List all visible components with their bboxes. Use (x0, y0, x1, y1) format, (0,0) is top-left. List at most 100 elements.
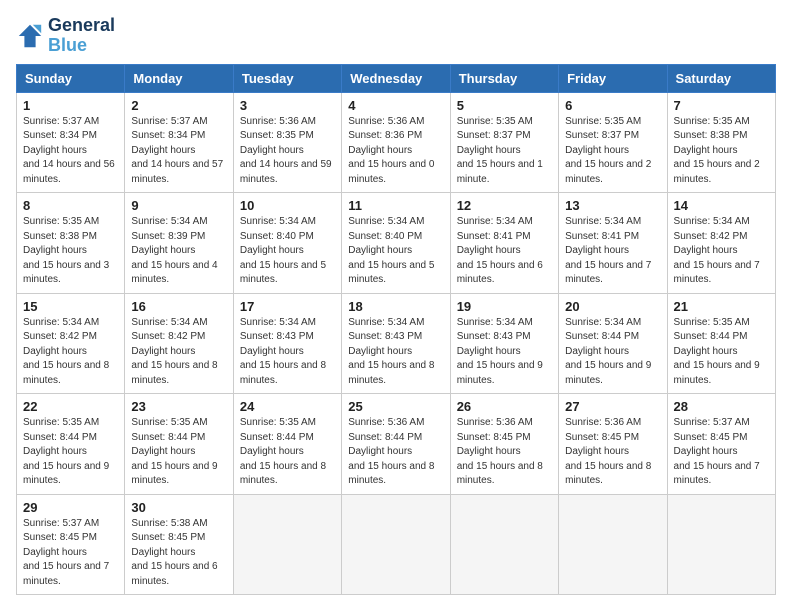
day-info: Sunrise: 5:38 AM Sunset: 8:45 PM Dayligh… (131, 517, 226, 590)
calendar-row: 29 Sunrise: 5:37 AM Sunset: 8:45 PM Dayl… (17, 494, 776, 595)
column-header-saturday: Saturday (667, 64, 775, 92)
day-info: Sunrise: 5:34 AM Sunset: 8:40 PM Dayligh… (348, 215, 443, 288)
day-cell-10: 10 Sunrise: 5:34 AM Sunset: 8:40 PM Dayl… (233, 193, 341, 294)
day-info: Sunrise: 5:36 AM Sunset: 8:44 PM Dayligh… (348, 416, 443, 489)
column-header-wednesday: Wednesday (342, 64, 450, 92)
calendar-header-row: SundayMondayTuesdayWednesdayThursdayFrid… (17, 64, 776, 92)
day-number: 20 (565, 299, 660, 314)
day-number: 28 (674, 399, 769, 414)
page-header: General Blue (16, 16, 776, 56)
calendar-row: 1 Sunrise: 5:37 AM Sunset: 8:34 PM Dayli… (17, 92, 776, 193)
day-number: 11 (348, 198, 443, 213)
day-number: 22 (23, 399, 118, 414)
day-number: 18 (348, 299, 443, 314)
day-info: Sunrise: 5:34 AM Sunset: 8:42 PM Dayligh… (23, 316, 118, 389)
day-number: 2 (131, 98, 226, 113)
day-number: 16 (131, 299, 226, 314)
column-header-tuesday: Tuesday (233, 64, 341, 92)
day-cell-27: 27 Sunrise: 5:36 AM Sunset: 8:45 PM Dayl… (559, 394, 667, 495)
day-info: Sunrise: 5:37 AM Sunset: 8:34 PM Dayligh… (23, 115, 118, 188)
day-cell-14: 14 Sunrise: 5:34 AM Sunset: 8:42 PM Dayl… (667, 193, 775, 294)
day-number: 27 (565, 399, 660, 414)
day-cell-26: 26 Sunrise: 5:36 AM Sunset: 8:45 PM Dayl… (450, 394, 558, 495)
day-cell-23: 23 Sunrise: 5:35 AM Sunset: 8:44 PM Dayl… (125, 394, 233, 495)
empty-cell (450, 494, 558, 595)
day-cell-2: 2 Sunrise: 5:37 AM Sunset: 8:34 PM Dayli… (125, 92, 233, 193)
day-info: Sunrise: 5:34 AM Sunset: 8:44 PM Dayligh… (565, 316, 660, 389)
empty-cell (233, 494, 341, 595)
day-cell-22: 22 Sunrise: 5:35 AM Sunset: 8:44 PM Dayl… (17, 394, 125, 495)
column-header-monday: Monday (125, 64, 233, 92)
day-cell-12: 12 Sunrise: 5:34 AM Sunset: 8:41 PM Dayl… (450, 193, 558, 294)
day-info: Sunrise: 5:35 AM Sunset: 8:37 PM Dayligh… (457, 115, 552, 188)
day-number: 6 (565, 98, 660, 113)
day-info: Sunrise: 5:34 AM Sunset: 8:41 PM Dayligh… (565, 215, 660, 288)
day-cell-28: 28 Sunrise: 5:37 AM Sunset: 8:45 PM Dayl… (667, 394, 775, 495)
day-cell-3: 3 Sunrise: 5:36 AM Sunset: 8:35 PM Dayli… (233, 92, 341, 193)
day-number: 7 (674, 98, 769, 113)
day-cell-21: 21 Sunrise: 5:35 AM Sunset: 8:44 PM Dayl… (667, 293, 775, 394)
day-number: 21 (674, 299, 769, 314)
day-cell-7: 7 Sunrise: 5:35 AM Sunset: 8:38 PM Dayli… (667, 92, 775, 193)
day-info: Sunrise: 5:36 AM Sunset: 8:35 PM Dayligh… (240, 115, 335, 188)
day-info: Sunrise: 5:34 AM Sunset: 8:40 PM Dayligh… (240, 215, 335, 288)
day-number: 19 (457, 299, 552, 314)
day-info: Sunrise: 5:36 AM Sunset: 8:36 PM Dayligh… (348, 115, 443, 188)
day-info: Sunrise: 5:36 AM Sunset: 8:45 PM Dayligh… (457, 416, 552, 489)
day-number: 9 (131, 198, 226, 213)
day-info: Sunrise: 5:36 AM Sunset: 8:45 PM Dayligh… (565, 416, 660, 489)
column-header-sunday: Sunday (17, 64, 125, 92)
day-cell-19: 19 Sunrise: 5:34 AM Sunset: 8:43 PM Dayl… (450, 293, 558, 394)
day-number: 3 (240, 98, 335, 113)
day-number: 17 (240, 299, 335, 314)
day-cell-13: 13 Sunrise: 5:34 AM Sunset: 8:41 PM Dayl… (559, 193, 667, 294)
day-number: 10 (240, 198, 335, 213)
day-info: Sunrise: 5:37 AM Sunset: 8:45 PM Dayligh… (23, 517, 118, 590)
day-number: 29 (23, 500, 118, 515)
day-cell-15: 15 Sunrise: 5:34 AM Sunset: 8:42 PM Dayl… (17, 293, 125, 394)
logo-text: General Blue (48, 16, 115, 56)
calendar-row: 8 Sunrise: 5:35 AM Sunset: 8:38 PM Dayli… (17, 193, 776, 294)
day-number: 4 (348, 98, 443, 113)
day-info: Sunrise: 5:34 AM Sunset: 8:42 PM Dayligh… (131, 316, 226, 389)
day-info: Sunrise: 5:35 AM Sunset: 8:38 PM Dayligh… (674, 115, 769, 188)
calendar-table: SundayMondayTuesdayWednesdayThursdayFrid… (16, 64, 776, 596)
day-info: Sunrise: 5:35 AM Sunset: 8:44 PM Dayligh… (240, 416, 335, 489)
day-cell-5: 5 Sunrise: 5:35 AM Sunset: 8:37 PM Dayli… (450, 92, 558, 193)
day-info: Sunrise: 5:35 AM Sunset: 8:37 PM Dayligh… (565, 115, 660, 188)
day-number: 14 (674, 198, 769, 213)
day-info: Sunrise: 5:34 AM Sunset: 8:43 PM Dayligh… (348, 316, 443, 389)
day-number: 26 (457, 399, 552, 414)
day-info: Sunrise: 5:35 AM Sunset: 8:38 PM Dayligh… (23, 215, 118, 288)
empty-cell (559, 494, 667, 595)
day-cell-20: 20 Sunrise: 5:34 AM Sunset: 8:44 PM Dayl… (559, 293, 667, 394)
day-cell-17: 17 Sunrise: 5:34 AM Sunset: 8:43 PM Dayl… (233, 293, 341, 394)
day-info: Sunrise: 5:37 AM Sunset: 8:34 PM Dayligh… (131, 115, 226, 188)
day-cell-30: 30 Sunrise: 5:38 AM Sunset: 8:45 PM Dayl… (125, 494, 233, 595)
day-number: 12 (457, 198, 552, 213)
calendar-row: 22 Sunrise: 5:35 AM Sunset: 8:44 PM Dayl… (17, 394, 776, 495)
day-number: 23 (131, 399, 226, 414)
day-cell-18: 18 Sunrise: 5:34 AM Sunset: 8:43 PM Dayl… (342, 293, 450, 394)
logo-icon (16, 22, 44, 50)
day-cell-4: 4 Sunrise: 5:36 AM Sunset: 8:36 PM Dayli… (342, 92, 450, 193)
day-cell-16: 16 Sunrise: 5:34 AM Sunset: 8:42 PM Dayl… (125, 293, 233, 394)
day-number: 5 (457, 98, 552, 113)
day-info: Sunrise: 5:35 AM Sunset: 8:44 PM Dayligh… (23, 416, 118, 489)
day-cell-8: 8 Sunrise: 5:35 AM Sunset: 8:38 PM Dayli… (17, 193, 125, 294)
logo: General Blue (16, 16, 115, 56)
day-cell-1: 1 Sunrise: 5:37 AM Sunset: 8:34 PM Dayli… (17, 92, 125, 193)
column-header-thursday: Thursday (450, 64, 558, 92)
day-info: Sunrise: 5:35 AM Sunset: 8:44 PM Dayligh… (674, 316, 769, 389)
calendar-row: 15 Sunrise: 5:34 AM Sunset: 8:42 PM Dayl… (17, 293, 776, 394)
day-cell-6: 6 Sunrise: 5:35 AM Sunset: 8:37 PM Dayli… (559, 92, 667, 193)
day-info: Sunrise: 5:34 AM Sunset: 8:41 PM Dayligh… (457, 215, 552, 288)
day-info: Sunrise: 5:35 AM Sunset: 8:44 PM Dayligh… (131, 416, 226, 489)
day-number: 15 (23, 299, 118, 314)
day-cell-29: 29 Sunrise: 5:37 AM Sunset: 8:45 PM Dayl… (17, 494, 125, 595)
empty-cell (342, 494, 450, 595)
day-number: 30 (131, 500, 226, 515)
day-number: 8 (23, 198, 118, 213)
day-info: Sunrise: 5:34 AM Sunset: 8:43 PM Dayligh… (240, 316, 335, 389)
day-cell-9: 9 Sunrise: 5:34 AM Sunset: 8:39 PM Dayli… (125, 193, 233, 294)
